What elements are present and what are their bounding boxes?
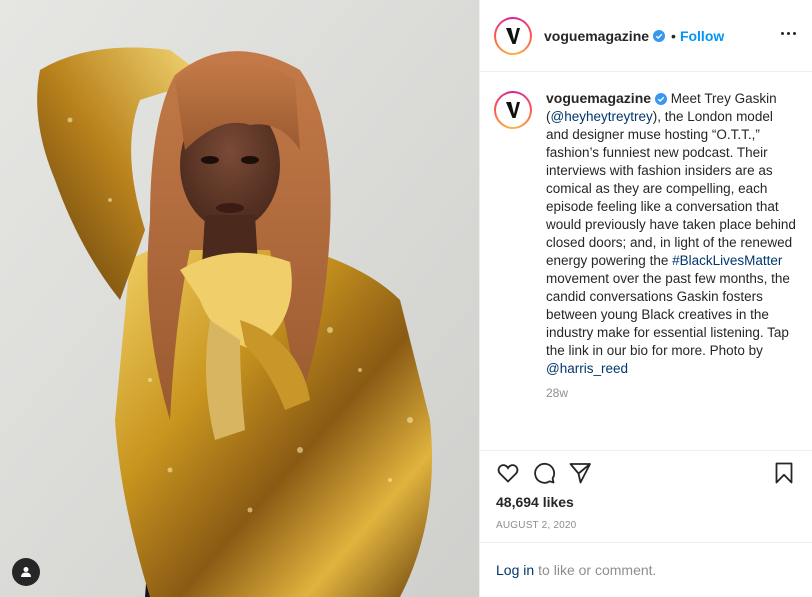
separator-dot: •: [671, 27, 676, 44]
more-options-icon[interactable]: [781, 32, 796, 35]
caption-area: voguemagazine Meet Trey Gaskin (@heyheyt…: [480, 73, 812, 449]
photo-illustration: [0, 0, 479, 597]
action-bar: [480, 450, 812, 494]
tag-button[interactable]: [12, 558, 40, 586]
caption-text: voguemagazine Meet Trey Gaskin (@heyheyt…: [546, 89, 796, 378]
share-button[interactable]: [568, 461, 592, 485]
hashtag-link[interactable]: #BlackLivesMatter: [672, 253, 782, 268]
caption-row: voguemagazine Meet Trey Gaskin (@heyheyt…: [494, 89, 796, 378]
like-count[interactable]: 48,694 likes: [496, 494, 574, 510]
header-username[interactable]: voguemagazine: [544, 28, 649, 44]
login-prompt-text: to like or comment.: [538, 562, 657, 578]
paper-plane-icon: [569, 462, 591, 483]
avatar[interactable]: [494, 16, 532, 55]
login-link[interactable]: Log in: [496, 562, 534, 578]
post-photo[interactable]: [0, 0, 479, 597]
caption-username[interactable]: voguemagazine: [546, 90, 651, 106]
follow-button[interactable]: Follow: [680, 28, 724, 44]
mention-link[interactable]: @heyheytreytrey: [551, 109, 653, 124]
caption-avatar[interactable]: [494, 91, 532, 129]
caption-time[interactable]: 28w: [546, 386, 796, 400]
verified-badge-icon: [653, 29, 666, 42]
vogue-logo-icon: [506, 27, 520, 44]
caption-segment: movement over the past few months, the c…: [546, 271, 790, 358]
post-header: voguemagazine • Follow: [480, 0, 812, 72]
heart-icon: [497, 463, 519, 483]
comment-button[interactable]: [532, 461, 556, 485]
post-date[interactable]: AUGUST 2, 2020: [496, 520, 576, 531]
caption-segment: ), the London model and designer muse ho…: [546, 109, 796, 268]
save-button[interactable]: [772, 461, 796, 485]
photographer-mention-link[interactable]: @harris_reed: [546, 361, 628, 376]
post-side-panel: voguemagazine • Follow voguemagazine Mee…: [479, 0, 812, 597]
verified-badge-icon: [655, 93, 668, 106]
vogue-logo-icon: [506, 102, 520, 118]
user-tag-icon: [21, 567, 31, 577]
login-prompt: Log in to like or comment.: [480, 542, 812, 597]
like-button[interactable]: [496, 461, 520, 485]
comment-icon: [534, 462, 556, 484]
bookmark-icon: [775, 462, 793, 483]
